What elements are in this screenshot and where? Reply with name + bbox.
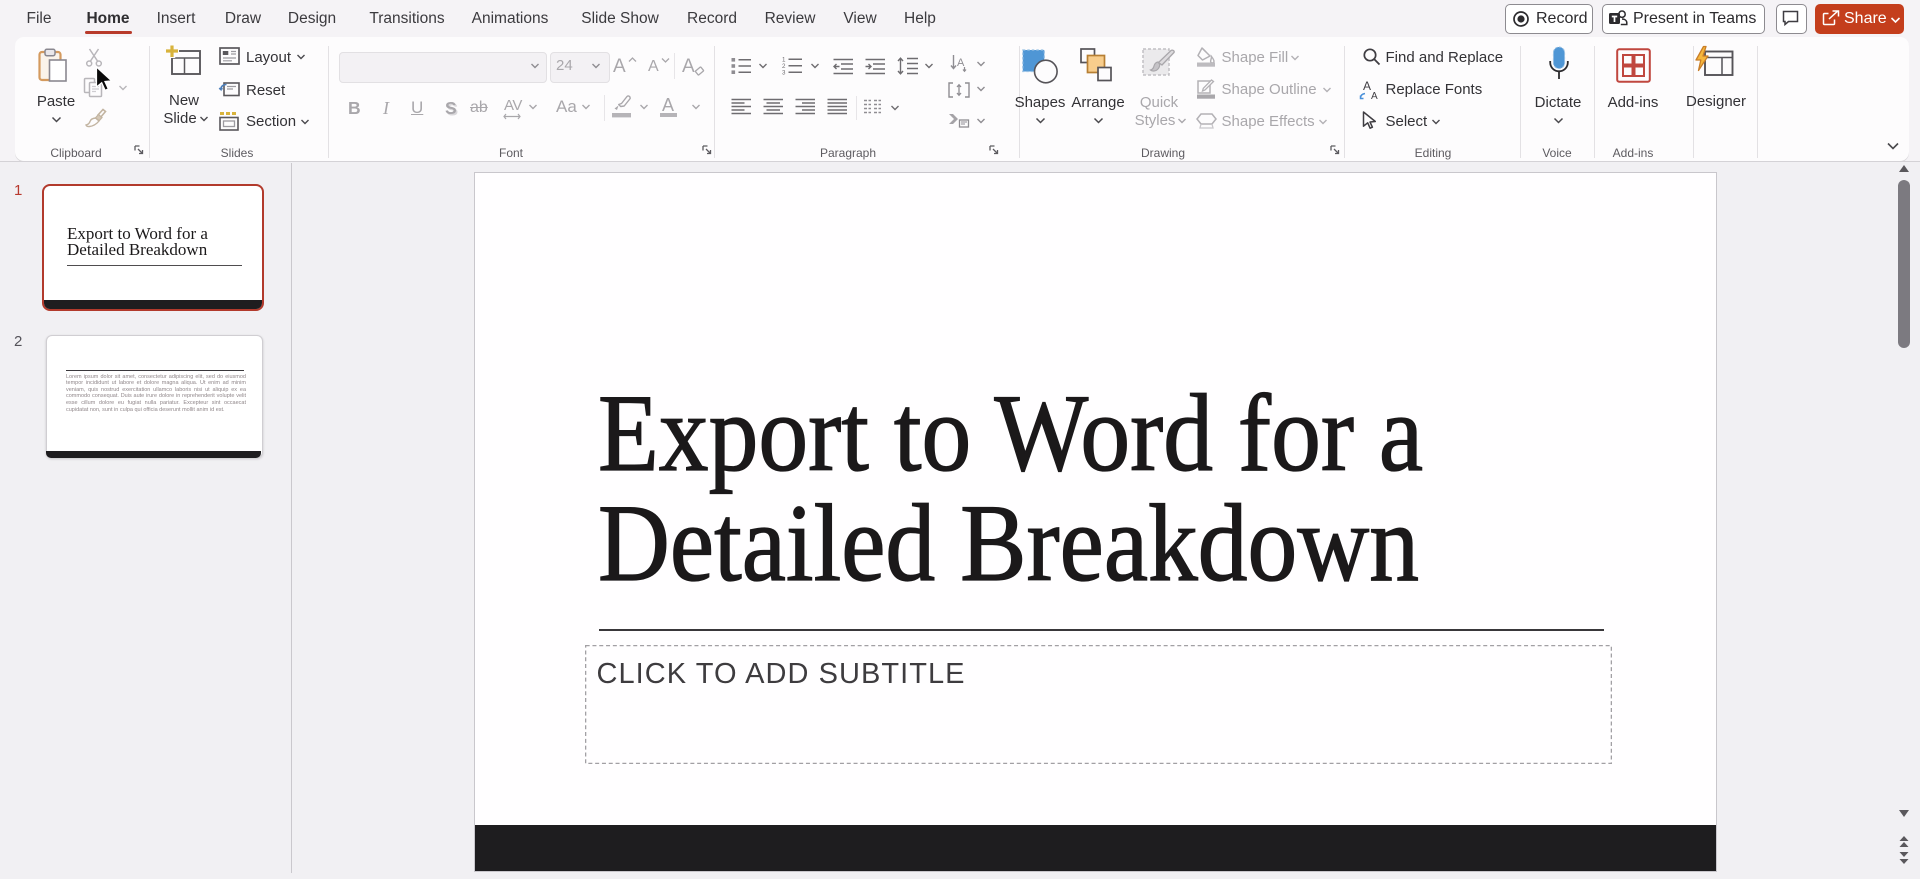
svg-text:A: A: [1371, 91, 1378, 102]
svg-text:A: A: [1363, 79, 1371, 93]
svg-text:A: A: [957, 57, 965, 69]
svg-text:3: 3: [782, 70, 786, 77]
